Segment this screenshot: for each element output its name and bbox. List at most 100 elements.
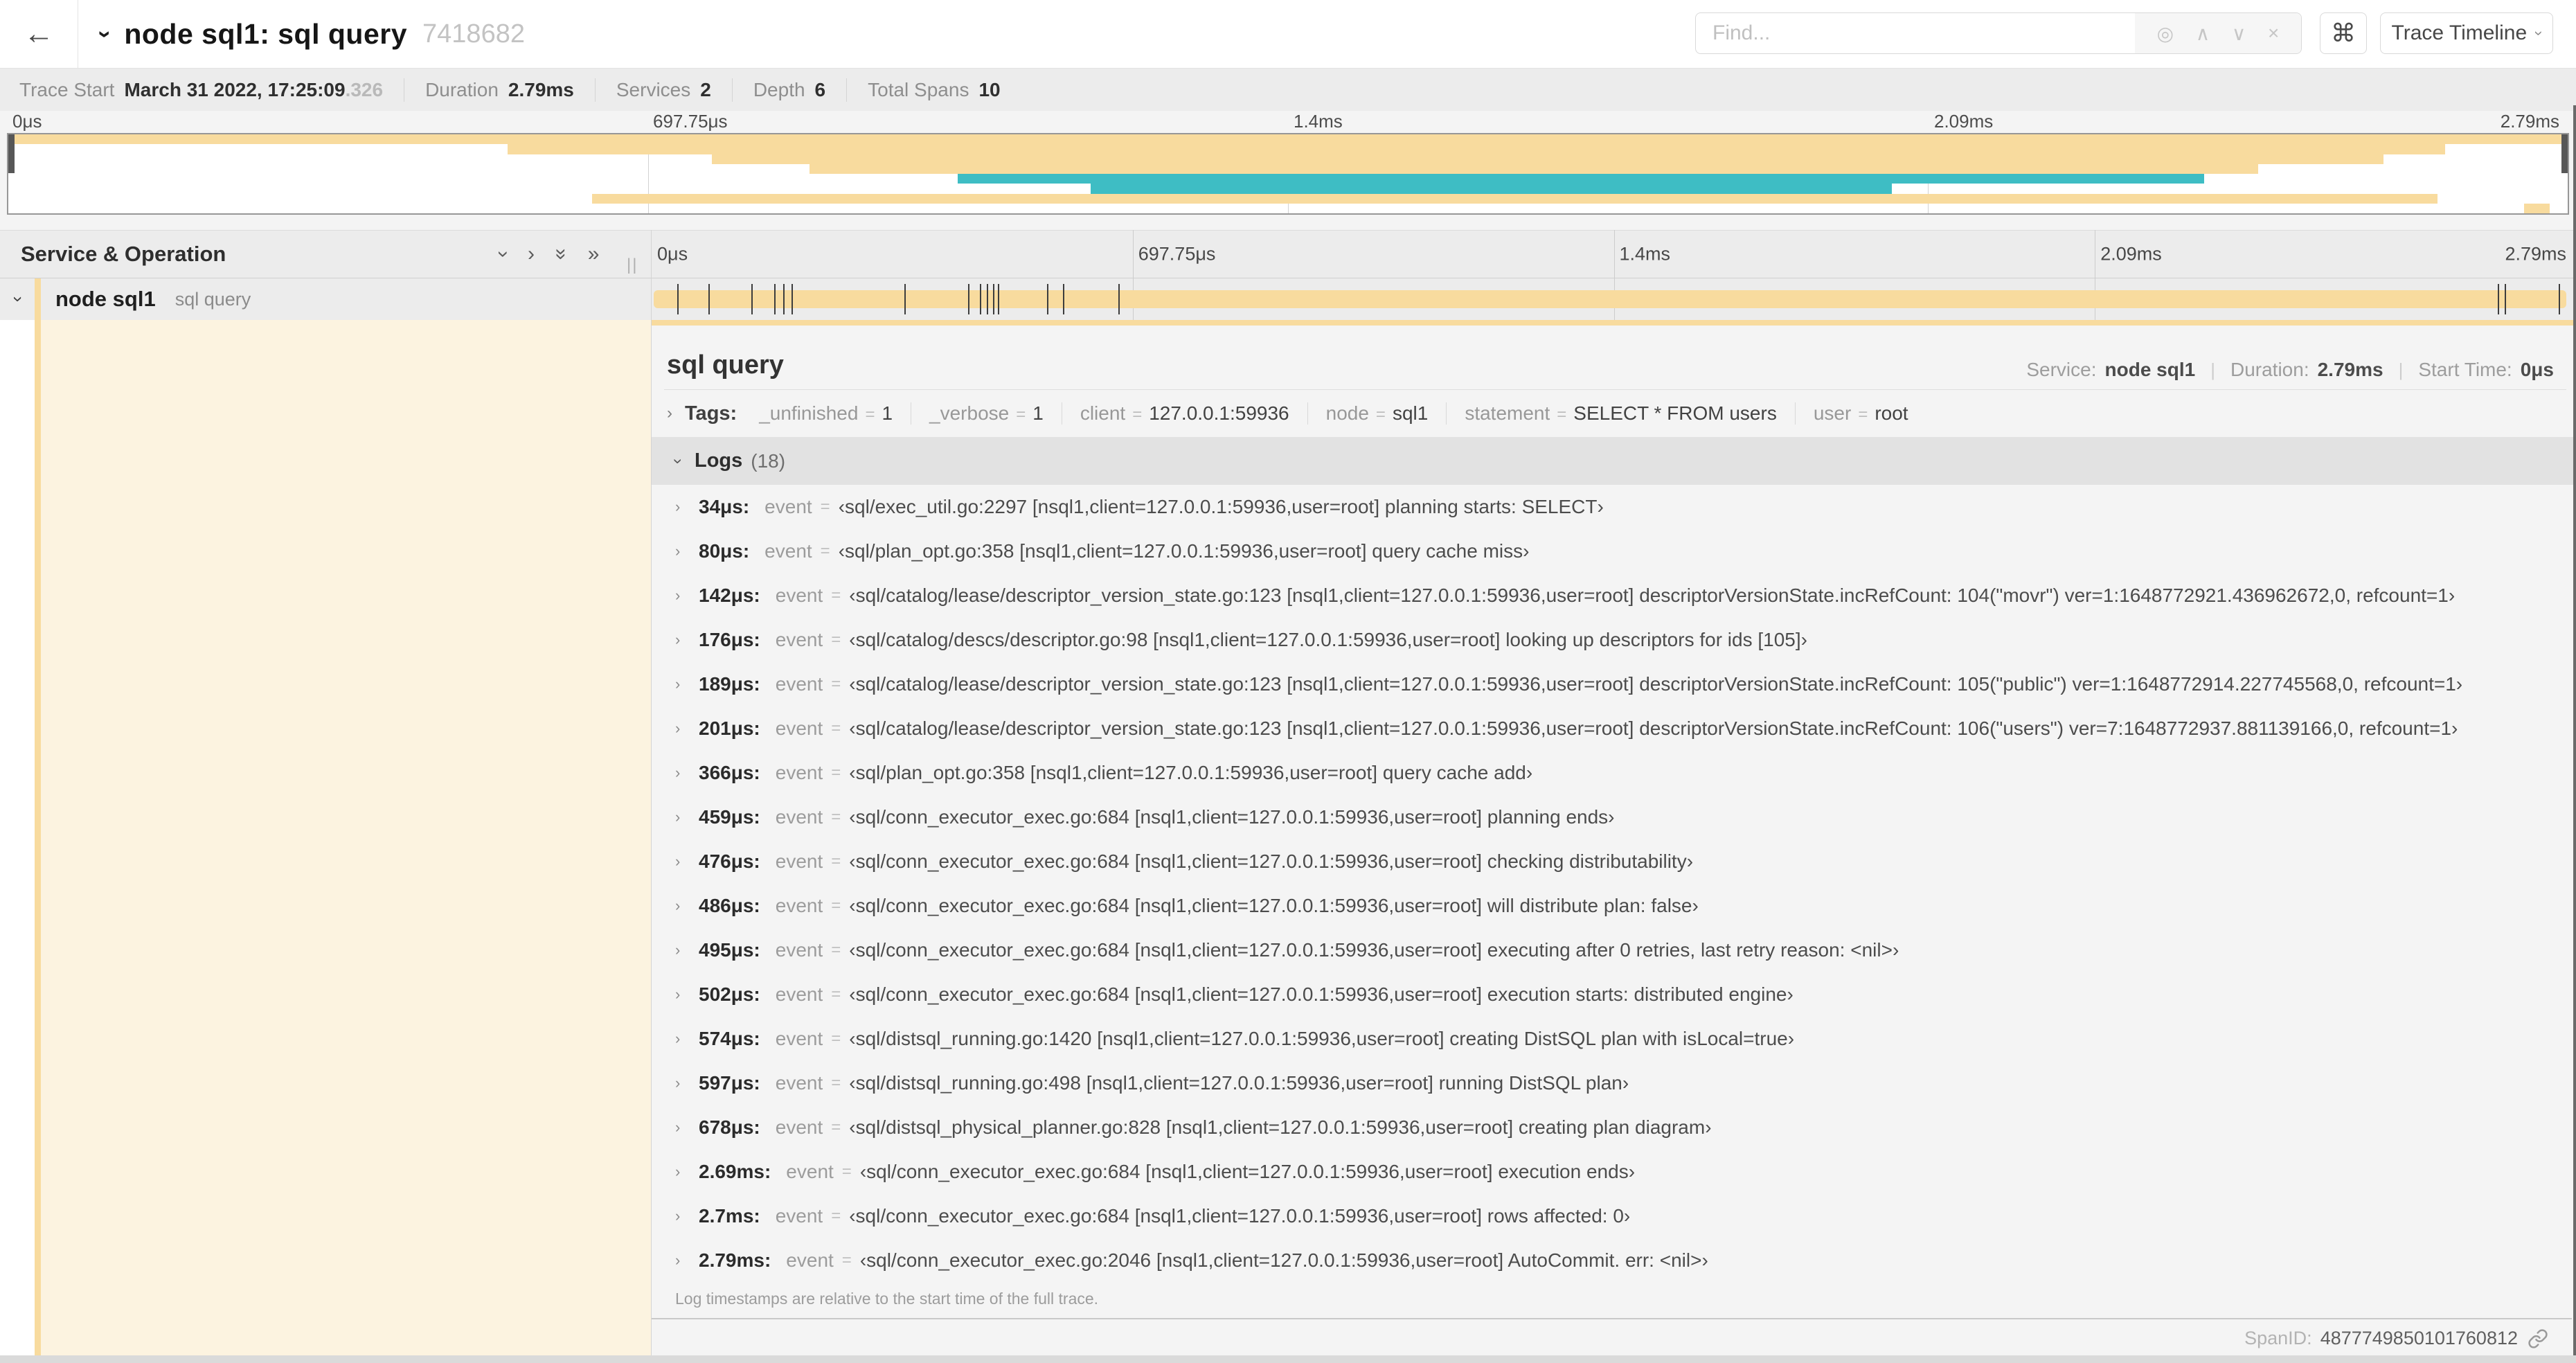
span-color-strip bbox=[35, 278, 41, 320]
log-timestamp: 486μs: bbox=[699, 895, 760, 916]
stat-value: March 31 2022, 17:25:09 bbox=[124, 78, 346, 100]
log-row[interactable]: › 142μs: event = ‹sql/catalog/lease/descript… bbox=[675, 573, 2569, 618]
tag-item[interactable]: statement = SELECT * FROM users bbox=[1447, 402, 1796, 425]
log-field-key: event bbox=[775, 1072, 823, 1094]
equals-sign: = bbox=[831, 630, 841, 649]
minimap-left-scrub-handle[interactable] bbox=[8, 134, 15, 173]
tag-item[interactable]: node = sql1 bbox=[1308, 402, 1447, 425]
chevron-right-icon: › bbox=[675, 808, 681, 826]
log-timestamp: 2.69ms: bbox=[699, 1161, 771, 1182]
chevron-right-icon[interactable]: › bbox=[675, 897, 699, 915]
minimap-canvas[interactable] bbox=[7, 133, 2569, 215]
log-row[interactable]: › 574μs: event = ‹sql/distsql_running.go:142… bbox=[675, 1017, 2569, 1061]
log-field-key: event bbox=[775, 1205, 823, 1227]
equals-sign: = bbox=[1858, 405, 1868, 424]
find-clear-icon[interactable]: × bbox=[2268, 22, 2279, 44]
equals-sign: = bbox=[831, 896, 841, 915]
log-row[interactable]: › 502μs: event = ‹sql/conn_executor_exec.go:… bbox=[675, 972, 2569, 1017]
back-button[interactable]: ← bbox=[0, 0, 78, 68]
locate-icon[interactable]: ◎ bbox=[2157, 22, 2174, 45]
tag-item[interactable]: user = root bbox=[1796, 402, 1926, 425]
tags-list: _unfinished = 1 _verbose = 1 client = 127.0.0.1:… bbox=[741, 402, 1926, 425]
log-message: ‹sql/catalog/lease/descriptor_version_st… bbox=[849, 718, 2458, 739]
chevron-right-icon[interactable]: › bbox=[675, 853, 699, 871]
chevron-right-icon: › bbox=[675, 1163, 681, 1180]
log-row[interactable]: › 366μs: event = ‹sql/plan_opt.go:358 [nsql1… bbox=[675, 751, 2569, 795]
log-row[interactable]: › 476μs: event = ‹sql/conn_executor_exec.go:… bbox=[675, 839, 2569, 884]
log-row[interactable]: › 176μs: event = ‹sql/catalog/descs/descript… bbox=[675, 618, 2569, 662]
log-message: ‹sql/conn_executor_exec.go:684 [nsql1,cl… bbox=[849, 983, 1794, 1005]
span-collapse-icon[interactable]: › bbox=[8, 289, 29, 310]
column-divider bbox=[651, 230, 652, 1355]
equals-sign: = bbox=[831, 941, 841, 959]
log-row[interactable]: › 2.69ms: event = ‹sql/conn_executor_exec.go… bbox=[675, 1150, 2569, 1194]
chevron-right-icon[interactable]: › bbox=[675, 1251, 699, 1270]
log-row[interactable]: › 80μs: event = ‹sql/plan_opt.go:358 [nsql1,… bbox=[675, 529, 2569, 573]
chevron-right-icon[interactable]: › bbox=[675, 631, 699, 649]
log-message: ‹sql/catalog/lease/descriptor_version_st… bbox=[849, 585, 2456, 606]
log-tick bbox=[2558, 284, 2560, 314]
find-input[interactable] bbox=[1696, 13, 2135, 53]
chevron-right-icon[interactable]: › bbox=[675, 542, 699, 560]
log-field-key: event bbox=[775, 1116, 823, 1138]
link-icon[interactable] bbox=[2528, 1328, 2548, 1349]
log-row[interactable]: › 597μs: event = ‹sql/distsql_running.go:498… bbox=[675, 1061, 2569, 1105]
log-timestamp: 201μs: bbox=[699, 718, 760, 739]
find-prev-icon[interactable]: ∧ bbox=[2196, 22, 2210, 45]
chevron-right-icon[interactable]: › bbox=[675, 808, 699, 826]
tag-item[interactable]: client = 127.0.0.1:59936 bbox=[1062, 402, 1308, 425]
expand-one-icon[interactable]: › bbox=[528, 242, 535, 266]
tags-accordion[interactable]: › Tags: _unfinished = 1 _verbose = 1 client = 12… bbox=[667, 390, 1926, 437]
log-row[interactable]: › 486μs: event = ‹sql/conn_executor_exec.go:… bbox=[675, 884, 2569, 928]
collapse-trace-icon[interactable]: › bbox=[91, 30, 118, 37]
tag-item[interactable]: _unfinished = 1 bbox=[741, 402, 912, 425]
stat-label: Depth bbox=[753, 78, 805, 100]
back-arrow-icon: ← bbox=[24, 17, 54, 51]
log-row[interactable]: › 2.7ms: event = ‹sql/conn_executor_exec.go:… bbox=[675, 1194, 2569, 1238]
log-row[interactable]: › 201μs: event = ‹sql/catalog/lease/descript… bbox=[675, 706, 2569, 751]
log-message: ‹sql/conn_executor_exec.go:684 [nsql1,cl… bbox=[849, 1205, 1631, 1227]
logs-accordion-header[interactable]: › Logs (18) bbox=[652, 437, 2576, 485]
chevron-right-icon[interactable]: › bbox=[675, 1074, 699, 1092]
log-tick bbox=[791, 284, 793, 314]
expand-all-icon[interactable]: » bbox=[588, 242, 600, 266]
find-next-icon[interactable]: ∨ bbox=[2232, 22, 2246, 45]
span-row[interactable]: › node sql1 sql query bbox=[0, 278, 2576, 320]
chevron-right-icon[interactable]: › bbox=[675, 1207, 699, 1225]
chevron-right-icon[interactable]: › bbox=[675, 1119, 699, 1137]
minimap-right-scrub-handle[interactable] bbox=[2561, 134, 2568, 173]
command-icon: ⌘ bbox=[2331, 19, 2356, 47]
log-row[interactable]: › 459μs: event = ‹sql/conn_executor_exec.go:… bbox=[675, 795, 2569, 839]
stat-value: 10 bbox=[978, 78, 1001, 100]
chevron-right-icon[interactable]: › bbox=[675, 764, 699, 782]
log-row[interactable]: › 678μs: event = ‹sql/distsql_physical_plann… bbox=[675, 1105, 2569, 1150]
column-resizer-handle[interactable]: || bbox=[627, 256, 638, 275]
chevron-right-icon[interactable]: › bbox=[675, 1163, 699, 1181]
chevron-right-icon[interactable]: › bbox=[675, 720, 699, 738]
vertical-scrollbar-thumb[interactable] bbox=[2573, 105, 2576, 1355]
minimap-time-labels: 0μs 697.75μs 1.4ms 2.09ms 2.79ms bbox=[7, 111, 2569, 132]
tag-key: statement bbox=[1465, 402, 1550, 424]
chevron-right-icon[interactable]: › bbox=[675, 941, 699, 959]
equals-sign: = bbox=[831, 1074, 841, 1092]
stat-label: Total Spans bbox=[868, 78, 969, 100]
log-field-key: event bbox=[775, 585, 823, 606]
chevron-right-icon[interactable]: › bbox=[675, 675, 699, 693]
horizontal-scrollbar-track[interactable] bbox=[0, 1355, 2576, 1363]
collapse-all-icon[interactable]: » bbox=[549, 249, 573, 260]
view-select-button[interactable]: Trace Timeline › bbox=[2380, 12, 2553, 54]
chevron-right-icon[interactable]: › bbox=[675, 986, 699, 1004]
chevron-right-icon[interactable]: › bbox=[675, 1030, 699, 1048]
log-row[interactable]: › 495μs: event = ‹sql/conn_executor_exec.go:… bbox=[675, 928, 2569, 972]
equals-sign: = bbox=[820, 542, 830, 560]
tag-item[interactable]: _verbose = 1 bbox=[911, 402, 1062, 425]
chevron-right-icon[interactable]: › bbox=[675, 498, 699, 516]
chevron-right-icon[interactable]: › bbox=[675, 587, 699, 605]
tag-key: client bbox=[1080, 402, 1126, 424]
log-row[interactable]: › 2.79ms: event = ‹sql/conn_executor_exec.go… bbox=[675, 1238, 2569, 1283]
keyboard-shortcuts-button[interactable]: ⌘ bbox=[2320, 12, 2367, 54]
log-row[interactable]: › 34μs: event = ‹sql/exec_util.go:2297 [nsql… bbox=[675, 485, 2569, 529]
log-row[interactable]: › 189μs: event = ‹sql/catalog/lease/descript… bbox=[675, 662, 2569, 706]
collapse-one-icon[interactable]: › bbox=[492, 251, 515, 258]
chevron-right-icon: › bbox=[675, 941, 681, 959]
